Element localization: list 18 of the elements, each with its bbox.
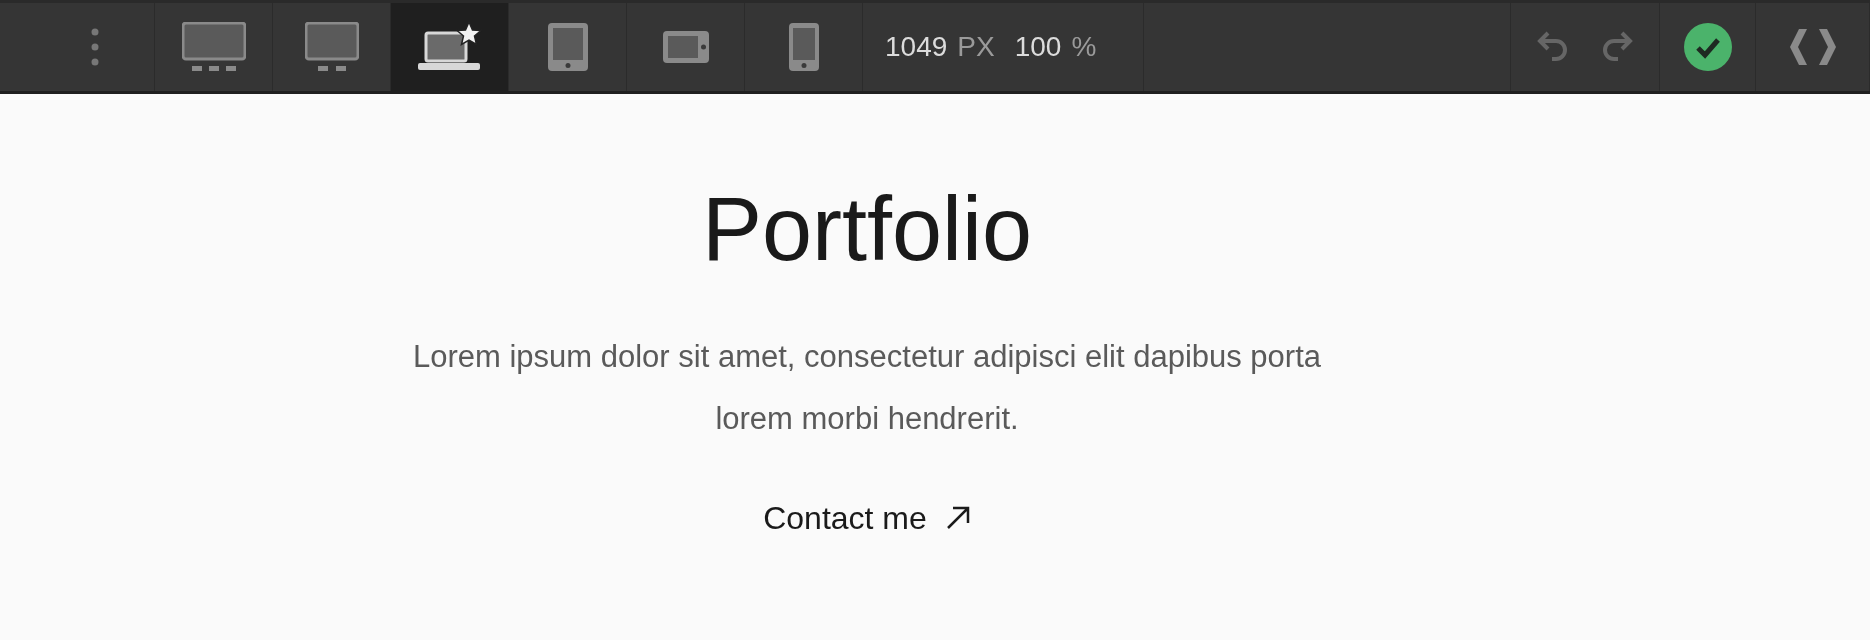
device-button[interactable] <box>391 3 509 91</box>
redo-icon[interactable] <box>1600 31 1634 63</box>
tablet-icon <box>661 30 710 64</box>
laptop-star-icon <box>416 21 483 73</box>
width-unit: PX <box>957 30 995 64</box>
monitor-icon <box>304 22 359 72</box>
undo-icon[interactable] <box>1536 31 1570 63</box>
monitor-icon <box>181 22 246 72</box>
check-icon[interactable] <box>1683 23 1732 71</box>
zoom-unit: % <box>1071 30 1097 64</box>
zoom-value: 100 <box>1014 30 1062 64</box>
width-value: 1049 <box>885 30 948 64</box>
tablet-icon <box>546 22 589 72</box>
more-icon[interactable] <box>91 28 99 66</box>
phone-icon <box>787 22 820 72</box>
contact-link[interactable]: Contact me <box>763 494 971 542</box>
page-title: Portfolio <box>701 184 1033 274</box>
page-description: Lorem ipsum dolor sit amet, consectetur adipisci elit dapibus porta lorem morbi hendrerit. <box>411 338 1323 438</box>
